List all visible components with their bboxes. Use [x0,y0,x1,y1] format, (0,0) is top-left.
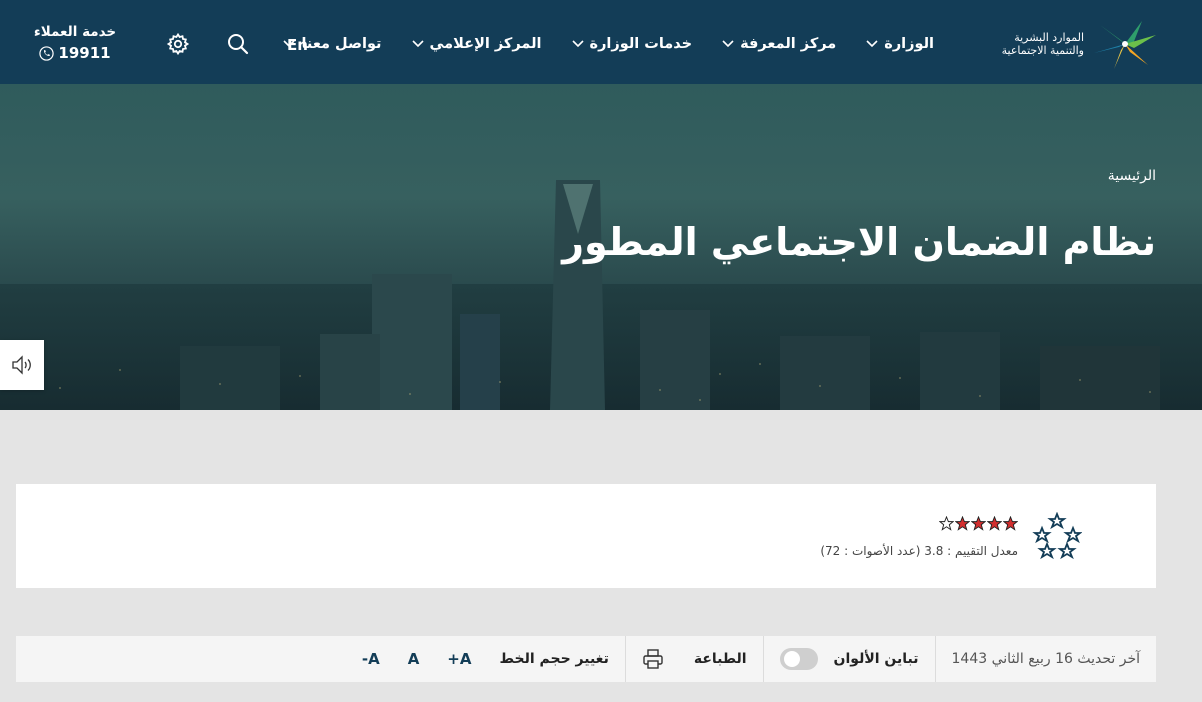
font-decrease-button[interactable]: -A [362,650,380,668]
nav-item-ministry[interactable]: الوزارة [866,36,934,52]
customer-service[interactable]: خدمة العملاء 19911 [30,22,120,64]
nav-label: تواصل معنا [301,36,382,52]
hero-banner: الرئيسية نظام الضمان الاجتماعي المطور [0,84,1202,410]
page-title: نظام الضمان الاجتماعي المطور [562,220,1156,264]
chevron-down-icon [866,40,878,48]
logo-line-2: والتنمية الاجتماعية [1001,44,1084,57]
print-label: الطباعة [693,651,747,667]
logo-mark-icon [1094,21,1156,69]
gear-icon[interactable] [166,32,190,56]
nav-label: مركز المعرفة [740,36,837,52]
contrast-label: تباين الألوان [833,651,919,667]
font-reset-button[interactable]: A [408,650,420,668]
star-filled-icon[interactable] [987,516,1002,531]
contrast-toggle[interactable] [779,648,818,670]
printer-icon[interactable] [642,649,664,669]
nav-item-media-center[interactable]: المركز الإعلامي [411,36,542,52]
font-size-tool: تغيير حجم الخط +A A -A [346,636,625,682]
print-tool[interactable]: الطباعة [624,636,763,682]
customer-service-phone: 19911 [30,42,120,64]
chevron-down-icon [722,40,734,48]
chevron-down-icon [571,40,584,48]
star-rating[interactable] [939,516,1018,531]
font-increase-button[interactable]: +A [447,650,471,668]
logo-text: الموارد البشرية والتنمية الاجتماعية [1002,31,1084,57]
rating-card: معدل التقييم : 3.8 (عدد الأصوات : 72) [16,484,1156,588]
ministry-logo[interactable]: الموارد البشرية والتنمية الاجتماعية [1002,17,1158,71]
site-header: الموارد البشرية والتنمية الاجتماعية الوز… [0,0,1202,84]
logo-line-1: الموارد البشرية [1014,31,1084,44]
rating-stars-icon [1032,512,1082,560]
nav-label: خدمات الوزارة [589,36,693,52]
rating-summary: معدل التقييم : 3.8 (عدد الأصوات : 72) [820,544,1018,558]
search-icon[interactable] [227,33,249,55]
last-updated-text: آخر تحديث 16 ربيع الثاني 1443 [951,651,1140,667]
phone-icon [39,45,55,61]
nav-item-knowledge-center[interactable]: مركز المعرفة [722,36,836,52]
last-updated: آخر تحديث 16 ربيع الثاني 1443 [934,636,1156,682]
language-toggle[interactable]: En [287,36,308,54]
nav-item-ministry-services[interactable]: خدمات الوزارة [571,36,693,52]
page-tools-bar: آخر تحديث 16 ربيع الثاني 1443 تباين الأل… [16,636,1156,682]
nav-label: المركز الإعلامي [429,36,542,52]
contrast-tool[interactable]: تباين الألوان [762,636,935,682]
phone-number: 19911 [58,44,111,62]
chevron-down-icon [411,40,424,48]
customer-service-title: خدمة العملاء [33,24,117,40]
star-filled-icon[interactable] [1003,516,1018,531]
speaker-icon [12,355,31,375]
font-size-label: تغيير حجم الخط [499,651,609,667]
star-empty-icon[interactable] [939,516,954,531]
read-aloud-button[interactable] [0,340,44,390]
nav-label: الوزارة [884,36,934,52]
main-nav: الوزارة مركز المعرفة خدمات الوزارة المرك… [253,30,934,58]
breadcrumb[interactable]: الرئيسية [1108,168,1156,184]
star-filled-icon[interactable] [971,516,986,531]
star-filled-icon[interactable] [955,516,970,531]
